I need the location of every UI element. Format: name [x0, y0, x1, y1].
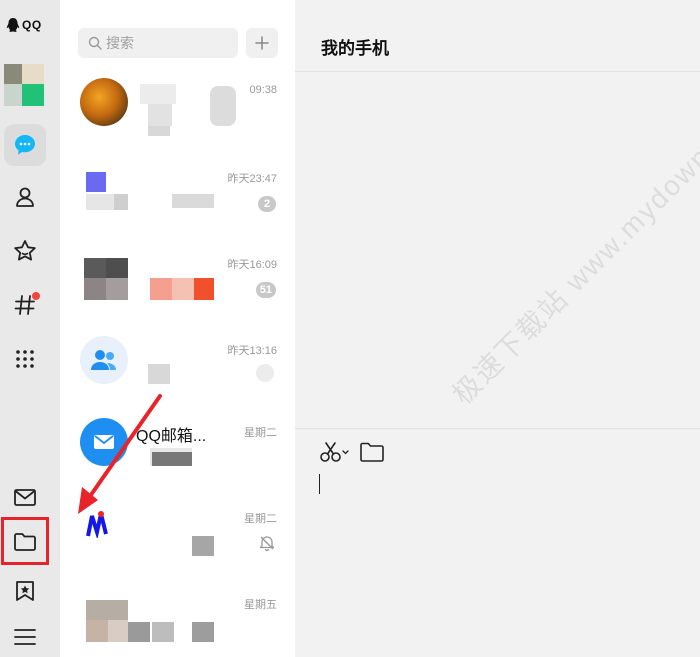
nav-menu[interactable] [4, 616, 46, 657]
penguin-icon [6, 18, 20, 32]
nav-contacts[interactable] [4, 176, 46, 218]
mute-bell-icon [259, 536, 275, 552]
nav-mail[interactable] [4, 476, 46, 518]
mail-icon [94, 435, 114, 449]
input-toolbar [319, 440, 385, 464]
grid-dots-icon [16, 350, 34, 368]
avatar [80, 78, 128, 126]
conversation-time: 星期二 [244, 427, 277, 439]
watermark: 极速下载站 www.mydown.com [446, 91, 700, 411]
screenshot-scissors-icon[interactable] [319, 440, 349, 464]
menu-icon [14, 629, 36, 645]
conversation-time: 昨天16:09 [227, 259, 277, 271]
star-icon [14, 240, 36, 261]
conversation-time: 09:38 [249, 84, 277, 96]
conversation-item[interactable]: 星期五 [60, 586, 295, 657]
group-avatar [80, 336, 128, 384]
qq-logo: QQ [6, 14, 42, 36]
person-icon [16, 187, 34, 207]
chat-panel: 我的手机 极速下载站 www.mydown.com [295, 0, 700, 657]
nav-apps[interactable] [4, 338, 46, 380]
nav-favorites[interactable] [4, 230, 46, 272]
search-input[interactable] [106, 35, 226, 51]
add-button[interactable] [246, 28, 278, 58]
search-icon [88, 36, 102, 50]
conversation-item[interactable]: 昨天13:16 [60, 332, 295, 418]
nav-rail: QQ [0, 0, 60, 657]
logo-text: QQ [22, 18, 42, 32]
nav-files[interactable] [1, 517, 49, 565]
conversation-item[interactable]: 星期二 [60, 500, 295, 586]
group-icon [91, 350, 116, 370]
conversation-time: 星期二 [244, 513, 277, 525]
search-box[interactable] [78, 28, 238, 58]
nav-channels[interactable] [4, 284, 46, 326]
notification-dot [32, 292, 40, 300]
input-divider [295, 428, 700, 429]
my-avatar[interactable] [4, 64, 44, 106]
unread-badge: 51 [255, 282, 276, 298]
chat-title: 我的手机 [321, 39, 389, 58]
conversation-time: 昨天13:16 [227, 345, 277, 357]
conversation-item[interactable]: 昨天16:09 51 [60, 246, 295, 332]
unread-badge: 2 [258, 196, 276, 212]
nav-messages[interactable] [4, 124, 46, 166]
nav-collections[interactable] [4, 570, 46, 612]
mail-icon [14, 489, 36, 506]
conversation-time: 昨天23:47 [227, 173, 277, 185]
bookmark-star-icon [16, 581, 34, 601]
folder-icon[interactable] [359, 440, 385, 464]
conversation-list: 09:38 昨天23:47 2 昨天16:09 51 [60, 0, 295, 657]
conversation-item[interactable]: 昨天23:47 2 [60, 160, 295, 246]
folder-icon [14, 533, 36, 551]
conversation-name: QQ邮箱... [136, 428, 207, 445]
qqmail-avatar [80, 418, 128, 466]
header-divider [295, 71, 700, 72]
conversation-item[interactable]: QQ邮箱... 星期二 [60, 414, 295, 500]
text-cursor [319, 474, 320, 494]
message-icon [15, 135, 35, 155]
conversation-item[interactable]: 09:38 [60, 74, 295, 160]
plus-icon [255, 36, 269, 50]
avatar [86, 508, 108, 540]
conversation-time: 星期五 [244, 599, 277, 611]
